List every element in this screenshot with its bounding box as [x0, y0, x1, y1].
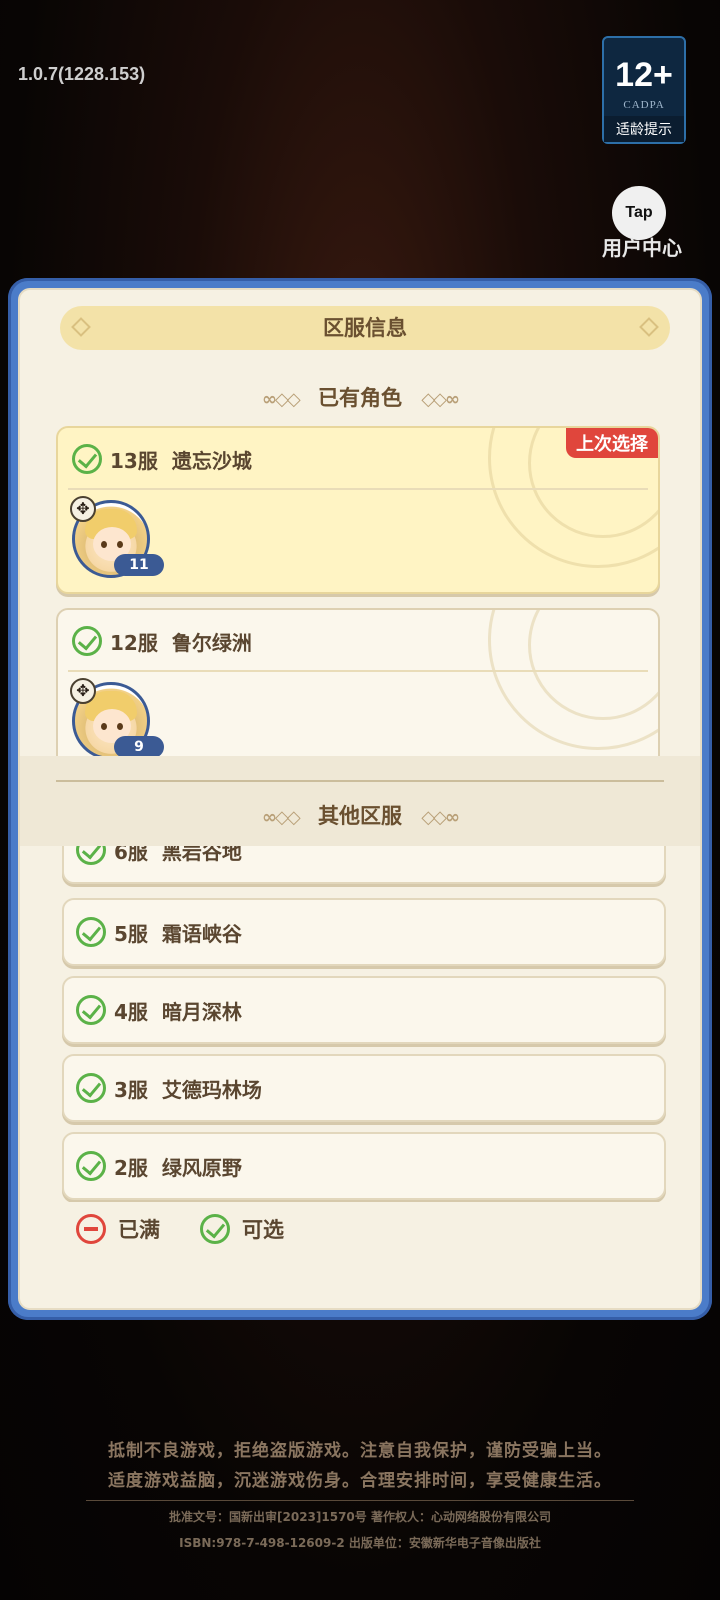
character-card[interactable]: 上次选择 13服 遗忘沙城 ✥ 11 [56, 426, 660, 594]
server-row[interactable]: 6服 黑岩谷地 [62, 846, 666, 884]
footer-divider [86, 1500, 634, 1501]
user-center-button[interactable]: 用户中心 [602, 232, 682, 261]
character-card[interactable]: 12服 鲁尔绿洲 ✥ 9 [56, 608, 660, 776]
ornament-right-icon: ◇◇∞ [421, 807, 460, 828]
check-circle-icon [76, 1151, 106, 1181]
legend-available-label: 可选 [242, 1218, 284, 1242]
other-section-header: ∞◇◇ 其他区服 ◇◇∞ [20, 796, 700, 836]
version-label: 1.0.7(1228.153) [18, 64, 146, 84]
server-name: 霜语峡谷 [161, 921, 242, 946]
full-status-icon [76, 1214, 106, 1244]
server-row[interactable]: 3服 艾德玛林场 [62, 1054, 666, 1122]
section-divider: ∞◇◇ 其他区服 ◇◇∞ [20, 756, 700, 846]
status-legend: 已满 可选 [76, 1214, 284, 1244]
avatar-eye [117, 541, 123, 548]
server-name: 暗月深林 [161, 999, 242, 1024]
check-circle-icon [72, 626, 102, 656]
owned-section-title: 已有角色 [318, 386, 402, 410]
server-name: 黑岩谷地 [161, 846, 242, 864]
ornament-left-icon: ∞◇◇ [262, 389, 301, 410]
approval-info: 批准文号：国新出审[2023]1570号 著作权人：心动网络股份有限公司 [169, 1510, 551, 1524]
legend-full-label: 已满 [118, 1218, 160, 1242]
server-name: 鲁尔绿洲 [171, 630, 252, 655]
check-circle-icon [76, 917, 106, 947]
health-notice-line2: 适度游戏益脑，沉迷游戏伤身。合理安排时间，享受健康生活。 [108, 1471, 612, 1491]
age-rating-badge: 12+ CADPA 适龄提示 [602, 36, 686, 144]
diamond-ornament-icon [71, 317, 91, 337]
card-divider [68, 488, 648, 490]
server-list[interactable]: 6服 黑岩谷地 5服 霜语峡谷 4服 暗月深林 3服 艾德玛林场 2服 绿风原野 [20, 846, 700, 1202]
dialog-panel: 区服信息 ∞◇◇ 已有角色 ◇◇∞ 上次选择 13服 遗忘沙城 ✥ 11 12服… [18, 288, 702, 1310]
character-card-header: 13服 遗忘沙城 [72, 444, 252, 474]
server-name: 绿风原野 [161, 1155, 242, 1180]
diamond-ornament-icon [639, 317, 659, 337]
server-row[interactable]: 5服 霜语峡谷 [62, 898, 666, 966]
avatar-eye [117, 723, 123, 730]
server-name: 艾德玛林场 [161, 1077, 262, 1102]
other-section-title: 其他区服 [318, 804, 402, 828]
dialog-title: 区服信息 [323, 316, 407, 340]
owned-section-header: ∞◇◇ 已有角色 ◇◇∞ [20, 378, 700, 418]
character-level: 9 [114, 736, 164, 758]
server-row[interactable]: 4服 暗月深林 [62, 976, 666, 1044]
server-name: 遗忘沙城 [171, 448, 252, 473]
dialog-title-bar: 区服信息 [60, 306, 670, 350]
publisher-info: ISBN:978-7-498-12609-2 出版单位：安徽新华电子音像出版社 [179, 1536, 541, 1550]
card-divider [68, 670, 648, 672]
check-circle-icon [76, 1073, 106, 1103]
move-arrows-icon: ✥ [70, 678, 96, 704]
age-rating: 12+ [615, 56, 673, 94]
avatar-eye [101, 723, 107, 730]
server-number: 13服 [110, 448, 158, 473]
server-number: 2服 [114, 1155, 148, 1180]
health-notice-line1: 抵制不良游戏，拒绝盗版游戏。注意自我保护，谨防受骗上当。 [108, 1441, 612, 1461]
divider-line [56, 780, 664, 782]
last-selected-badge: 上次选择 [566, 428, 658, 458]
server-number: 4服 [114, 999, 148, 1024]
avatar-eye [101, 541, 107, 548]
age-org: CADPA [623, 99, 665, 111]
age-tip: 适龄提示 [604, 116, 684, 142]
ornament-right-icon: ◇◇∞ [421, 389, 460, 410]
server-row[interactable]: 2服 绿风原野 [62, 1132, 666, 1200]
server-number: 3服 [114, 1077, 148, 1102]
server-number: 5服 [114, 921, 148, 946]
server-info-dialog: 区服信息 ∞◇◇ 已有角色 ◇◇∞ 上次选择 13服 遗忘沙城 ✥ 11 12服… [8, 278, 712, 1320]
move-arrows-icon: ✥ [70, 496, 96, 522]
character-card-header: 12服 鲁尔绿洲 [72, 626, 252, 656]
ornament-left-icon: ∞◇◇ [262, 807, 301, 828]
character-level: 11 [114, 554, 164, 576]
check-circle-icon [72, 444, 102, 474]
check-circle-icon [76, 995, 106, 1025]
server-number: 6服 [114, 846, 148, 864]
server-number: 12服 [110, 630, 158, 655]
check-circle-icon [200, 1214, 230, 1244]
check-circle-icon [76, 846, 106, 865]
